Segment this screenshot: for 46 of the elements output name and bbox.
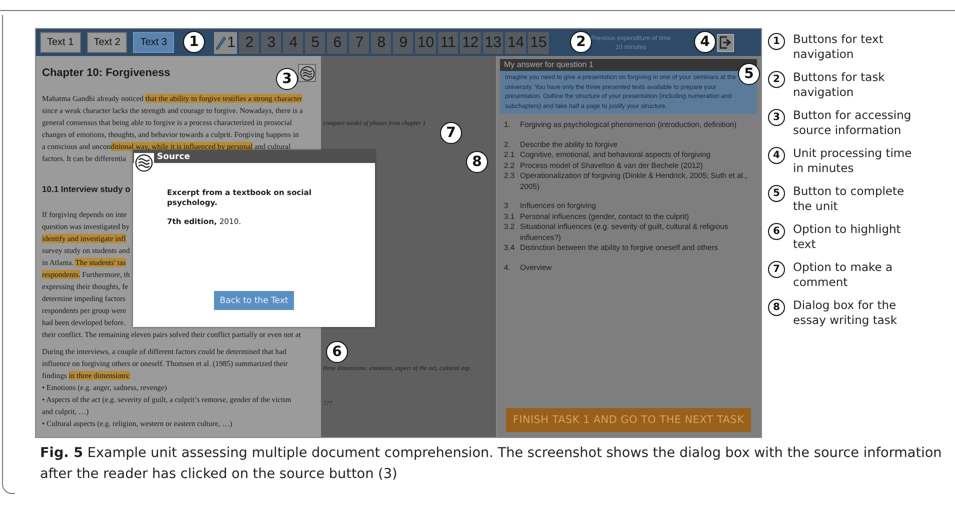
task-button[interactable]: 13: [482, 32, 504, 54]
legend-text: Unit processing time in minutes: [793, 146, 913, 176]
waves-icon: [135, 154, 153, 172]
task-button[interactable]: 9: [393, 32, 414, 54]
text-tab[interactable]: Text 1: [40, 32, 81, 53]
exit-icon: [718, 36, 732, 49]
source-button[interactable]: [298, 64, 316, 82]
exit-button[interactable]: [716, 34, 734, 52]
legend-text: Button to complete the unit: [793, 184, 906, 214]
legend-text: Buttons for text navigation: [793, 32, 884, 62]
task-button[interactable]: 12: [460, 32, 481, 54]
task-button[interactable]: 14: [505, 32, 526, 54]
legend-text: Dialog box for the essay writing task: [793, 298, 898, 328]
task-button[interactable]: 10: [415, 32, 436, 54]
task-button[interactable]: 7: [349, 32, 370, 54]
legend-number: 7: [768, 261, 785, 278]
waves-icon: [300, 66, 314, 80]
task-button[interactable]: 15: [528, 32, 549, 54]
figure-caption: Fig. 5 Example unit assessing multiple document comprehension. The screenshot shows the dialog box with the source information after the reader has clicked on the source button (3): [39, 444, 943, 484]
task-button[interactable]: 5: [305, 32, 326, 54]
legend-number: 3: [768, 109, 785, 126]
legend-text: Button for accessing source information: [793, 108, 912, 138]
section-heading: 10.1 Interview study o: [42, 183, 130, 195]
back-to-text-button[interactable]: Back to the Text: [214, 291, 294, 310]
legend-number: 5: [768, 185, 785, 202]
task-button[interactable]: 3: [261, 32, 282, 54]
legend-number: 1: [768, 33, 785, 50]
task-button[interactable]: 11: [438, 32, 458, 54]
pencil-icon: [216, 36, 226, 50]
legend-number: 4: [768, 147, 785, 164]
legend-number: 6: [768, 223, 785, 240]
task-button[interactable]: 2: [239, 32, 260, 54]
dialog-title: Source: [157, 152, 190, 162]
task-button[interactable]: 4: [283, 32, 304, 54]
legend-number: 2: [768, 71, 785, 88]
chapter-title: Chapter 10: Forgiveness: [42, 67, 170, 79]
task-button[interactable]: 8: [371, 32, 392, 54]
finish-task-button[interactable]: FINISH TASK 1 AND GO TO THE NEXT TASK: [506, 408, 751, 432]
text-tab[interactable]: Text 2: [86, 32, 128, 53]
task-button[interactable]: 1: [214, 32, 238, 54]
text-tab[interactable]: Text 3: [133, 32, 174, 53]
legend-text: Option to make a comment: [793, 260, 894, 290]
legend-number: 8: [768, 299, 785, 316]
task-button[interactable]: 6: [327, 32, 348, 54]
legend-text: Option to highlight text: [793, 222, 902, 252]
legend-text: Buttons for task navigation: [793, 70, 886, 100]
